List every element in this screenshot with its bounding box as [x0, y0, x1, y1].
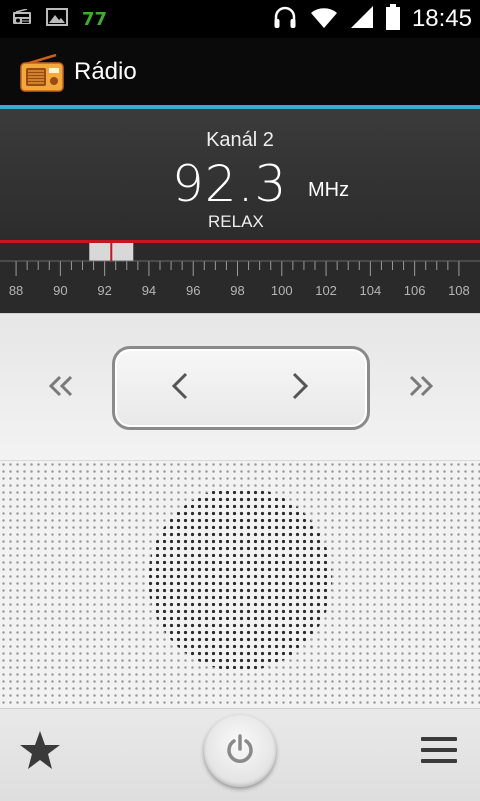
seek-forward-button[interactable]: [396, 368, 446, 408]
speaker-grille-graphic: [0, 461, 480, 709]
app-title: Rádio: [74, 58, 137, 85]
status-bar: 77 18:45: [0, 0, 480, 38]
tuner-scale-label: 104: [360, 283, 382, 298]
favorites-star-icon: [19, 730, 61, 774]
bottom-bar: [0, 708, 480, 801]
station-name: RELAX: [208, 212, 264, 231]
step-back-icon: [170, 371, 190, 405]
frequency-unit: MHz: [308, 179, 350, 201]
signal-icon: [350, 5, 374, 33]
tuner-scale[interactable]: 88 90 92 94 96 98 100 102 104 106 108: [0, 243, 480, 313]
notification-count: 77: [82, 8, 108, 30]
battery-icon: [385, 4, 400, 34]
radio-icon: [12, 8, 32, 29]
image-icon: [46, 8, 68, 30]
tuner-scale-label: 108: [448, 283, 470, 298]
clock: 18:45: [411, 5, 472, 32]
tuner-scale-label: 88: [9, 283, 23, 298]
step-controls: [112, 346, 370, 430]
headphones-icon: [272, 4, 298, 34]
step-back-button[interactable]: [155, 363, 205, 413]
channel-label: Kanál 2: [206, 129, 274, 151]
speaker-grille: [0, 460, 480, 709]
power-button[interactable]: [204, 715, 276, 787]
step-forward-button[interactable]: [275, 363, 325, 413]
power-icon: [224, 733, 256, 769]
menu-icon: [420, 734, 458, 770]
tuner-scale-label: 102: [315, 283, 337, 298]
tuner-scale-label: 90: [53, 283, 67, 298]
favorites-button[interactable]: [14, 727, 66, 777]
tuner-scale-label: 98: [230, 283, 244, 298]
radio-app-icon[interactable]: [20, 53, 64, 96]
tuner-scale-label: 100: [271, 283, 293, 298]
tuner-scale-label: 96: [186, 283, 200, 298]
frequency-display: Kanál 2 92.3 MHz RELAX: [0, 109, 480, 241]
seek-forward-icon: [406, 374, 436, 402]
seek-back-button[interactable]: [36, 368, 86, 408]
tuner-scale-graphic[interactable]: 88 90 92 94 96 98 100 102 104 106 108: [0, 243, 480, 313]
frequency-value: 92.3: [172, 155, 288, 213]
tuning-controls: [0, 313, 480, 461]
step-forward-icon: [290, 371, 310, 405]
app-bar: Rádio: [0, 38, 480, 106]
tuner-scale-label: 94: [142, 283, 156, 298]
tuner-scale-label: 92: [97, 283, 111, 298]
tuner-scale-label: 106: [404, 283, 426, 298]
wifi-icon: [310, 5, 338, 33]
menu-button[interactable]: [414, 729, 464, 775]
seek-back-icon: [46, 374, 76, 402]
